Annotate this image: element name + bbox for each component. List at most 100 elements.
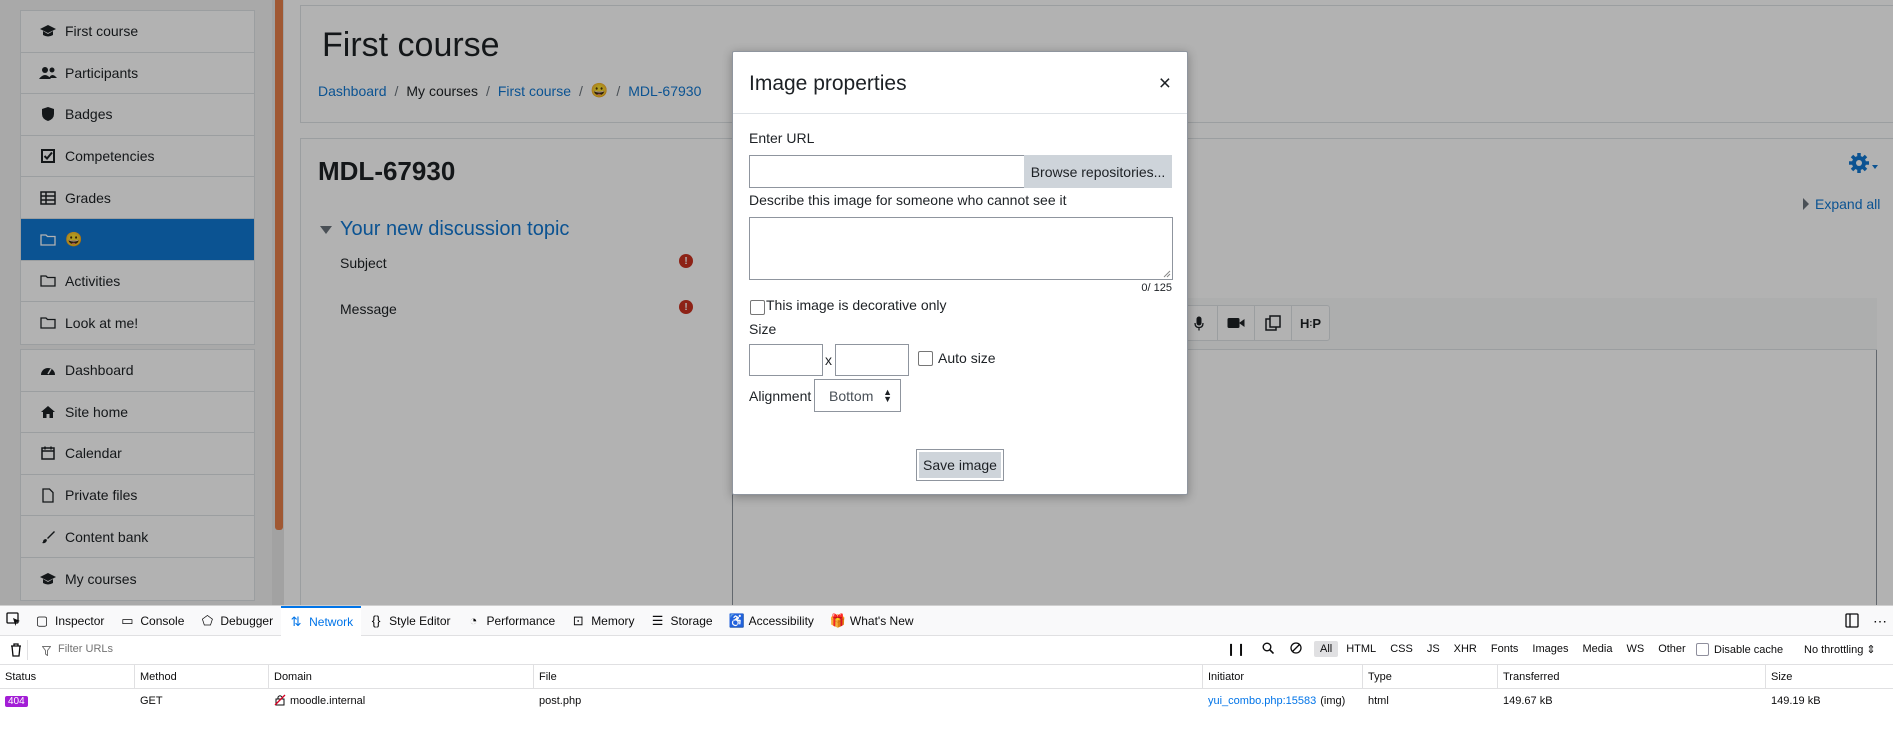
search-icon[interactable] bbox=[1262, 642, 1275, 657]
filter-html[interactable]: HTML bbox=[1340, 641, 1382, 657]
network-filter-bar: Filter URLs ❙❙ All HTML CSS JS XHR Fonts… bbox=[0, 636, 1893, 665]
height-input[interactable] bbox=[835, 344, 909, 376]
tab-label: What's New bbox=[849, 613, 914, 628]
pause-icon[interactable]: ❙❙ bbox=[1226, 642, 1246, 657]
filter-icon bbox=[41, 645, 52, 659]
filter-media[interactable]: Media bbox=[1576, 641, 1618, 657]
cell-type: html bbox=[1368, 695, 1389, 707]
performance-icon: ◔ bbox=[469, 613, 478, 628]
tab-label: Console bbox=[140, 613, 185, 628]
autosize-checkbox[interactable] bbox=[918, 351, 933, 366]
element-picker[interactable] bbox=[0, 606, 27, 636]
tab-label: Debugger bbox=[220, 613, 274, 628]
network-actions: ❙❙ bbox=[1226, 642, 1302, 657]
request-type-filters: All HTML CSS JS XHR Fonts Images Media W… bbox=[1314, 641, 1692, 657]
save-image-button[interactable]: Save image bbox=[916, 449, 1004, 481]
col-type[interactable]: Type bbox=[1363, 665, 1498, 689]
size-separator: x bbox=[825, 352, 832, 368]
select-arrows-icon: ▲ ▼ bbox=[883, 387, 892, 404]
tab-console[interactable]: ▭ Console bbox=[112, 606, 192, 636]
filter-xhr[interactable]: XHR bbox=[1448, 641, 1483, 657]
filter-images[interactable]: Images bbox=[1526, 641, 1574, 657]
url-label: Enter URL bbox=[749, 130, 815, 146]
tab-storage[interactable]: ☰ Storage bbox=[643, 606, 721, 636]
alignment-value: Bottom bbox=[829, 387, 874, 404]
responsive-mode-icon[interactable] bbox=[1845, 613, 1859, 631]
more-options-icon[interactable]: ⋯ bbox=[1873, 613, 1887, 631]
throttling-select[interactable]: No throttling ⇕ bbox=[1804, 643, 1876, 656]
col-initiator[interactable]: Initiator bbox=[1203, 665, 1363, 689]
resize-handle-icon[interactable] bbox=[1163, 270, 1171, 278]
filter-other[interactable]: Other bbox=[1652, 641, 1692, 657]
col-size[interactable]: Size bbox=[1766, 665, 1893, 689]
close-icon[interactable]: × bbox=[1159, 72, 1171, 96]
filter-all[interactable]: All bbox=[1314, 641, 1339, 657]
disable-cache-toggle[interactable]: Disable cache bbox=[1696, 643, 1783, 656]
filter-urls-input[interactable]: Filter URLs bbox=[58, 643, 113, 655]
dialog-header: Image properties × bbox=[733, 52, 1187, 114]
element-picker-icon bbox=[6, 611, 21, 630]
alt-text-label: Describe this image for someone who cann… bbox=[749, 192, 1067, 208]
tab-debugger[interactable]: ⬠ Debugger bbox=[192, 606, 281, 636]
image-properties-dialog: Image properties × Enter URL Browse repo… bbox=[732, 51, 1188, 495]
col-transferred[interactable]: Transferred bbox=[1498, 665, 1766, 689]
tab-performance[interactable]: ◔ Performance bbox=[458, 606, 563, 636]
cell-status: 404 bbox=[0, 689, 28, 713]
inspector-icon: ▢ bbox=[35, 612, 49, 628]
cell-size: 149.19 kB bbox=[1771, 695, 1821, 707]
width-input[interactable] bbox=[749, 344, 823, 376]
tab-label: Storage bbox=[670, 613, 713, 628]
decorative-label: This image is decorative only bbox=[766, 297, 947, 313]
tab-label: Accessibility bbox=[748, 613, 814, 628]
tab-style-editor[interactable]: {} Style Editor bbox=[361, 606, 458, 636]
cell-method: GET bbox=[140, 695, 163, 707]
initiator-link[interactable]: yui_combo.php:15583 bbox=[1208, 695, 1316, 707]
app: First course Participants Badges Compete… bbox=[0, 0, 1893, 731]
debugger-icon: ⬠ bbox=[201, 612, 214, 628]
url-input[interactable] bbox=[749, 155, 1026, 188]
gift-icon: 🎁 bbox=[829, 612, 847, 628]
tab-whats-new[interactable]: 🎁 What's New bbox=[822, 606, 922, 636]
tab-network[interactable]: ⇅ Network bbox=[281, 605, 362, 636]
col-method[interactable]: Method bbox=[135, 665, 269, 689]
tab-label: Inspector bbox=[55, 613, 105, 628]
browse-repositories-button[interactable]: Browse repositories... bbox=[1024, 155, 1172, 188]
trash-icon[interactable] bbox=[10, 643, 22, 660]
filter-ws[interactable]: WS bbox=[1620, 641, 1650, 657]
tab-label: Network bbox=[309, 614, 354, 629]
status-badge: 404 bbox=[5, 695, 28, 707]
col-status[interactable]: Status bbox=[0, 665, 135, 689]
size-label: Size bbox=[749, 321, 777, 337]
disable-cache-label: Disable cache bbox=[1714, 643, 1784, 656]
style-editor-icon: {} bbox=[371, 613, 381, 628]
decorative-checkbox[interactable] bbox=[750, 300, 765, 315]
divider bbox=[27, 640, 28, 660]
cell-initiator: yui_combo.php:15583 (img) bbox=[1203, 689, 1345, 713]
block-icon[interactable] bbox=[1290, 642, 1302, 657]
disable-cache-checkbox[interactable] bbox=[1696, 643, 1709, 656]
devtools-actions: ⋯ bbox=[1845, 613, 1887, 631]
col-domain[interactable]: Domain bbox=[269, 665, 534, 689]
col-file[interactable]: File bbox=[534, 665, 1203, 689]
alt-text-textarea[interactable] bbox=[749, 217, 1173, 280]
filter-fonts[interactable]: Fonts bbox=[1485, 641, 1525, 657]
tab-label: Memory bbox=[591, 613, 635, 628]
alignment-label: Alignment bbox=[749, 388, 812, 404]
filter-js[interactable]: JS bbox=[1421, 641, 1446, 657]
network-icon: ⇅ bbox=[290, 613, 302, 629]
alignment-select[interactable]: Bottom ▲ ▼ bbox=[814, 379, 901, 412]
tab-inspector[interactable]: ▢ Inspector bbox=[27, 606, 112, 636]
console-icon: ▭ bbox=[121, 612, 134, 628]
insecure-lock-icon bbox=[274, 694, 286, 709]
tab-label: Performance bbox=[486, 613, 556, 628]
autosize-label: Auto size bbox=[938, 350, 996, 366]
filter-css[interactable]: CSS bbox=[1384, 641, 1419, 657]
tab-accessibility[interactable]: ♿ Accessibility bbox=[721, 606, 822, 636]
moodle-page: First course Participants Badges Compete… bbox=[0, 0, 1893, 605]
table-row[interactable]: 404 GET moodle.internal post.php yui_com… bbox=[0, 689, 1893, 713]
dialog-title: Image properties bbox=[749, 72, 907, 95]
tab-label: Style Editor bbox=[389, 613, 451, 628]
tab-memory[interactable]: ⊡ Memory bbox=[563, 606, 642, 636]
storage-icon: ☰ bbox=[651, 612, 664, 628]
domain-value: moodle.internal bbox=[290, 695, 366, 707]
